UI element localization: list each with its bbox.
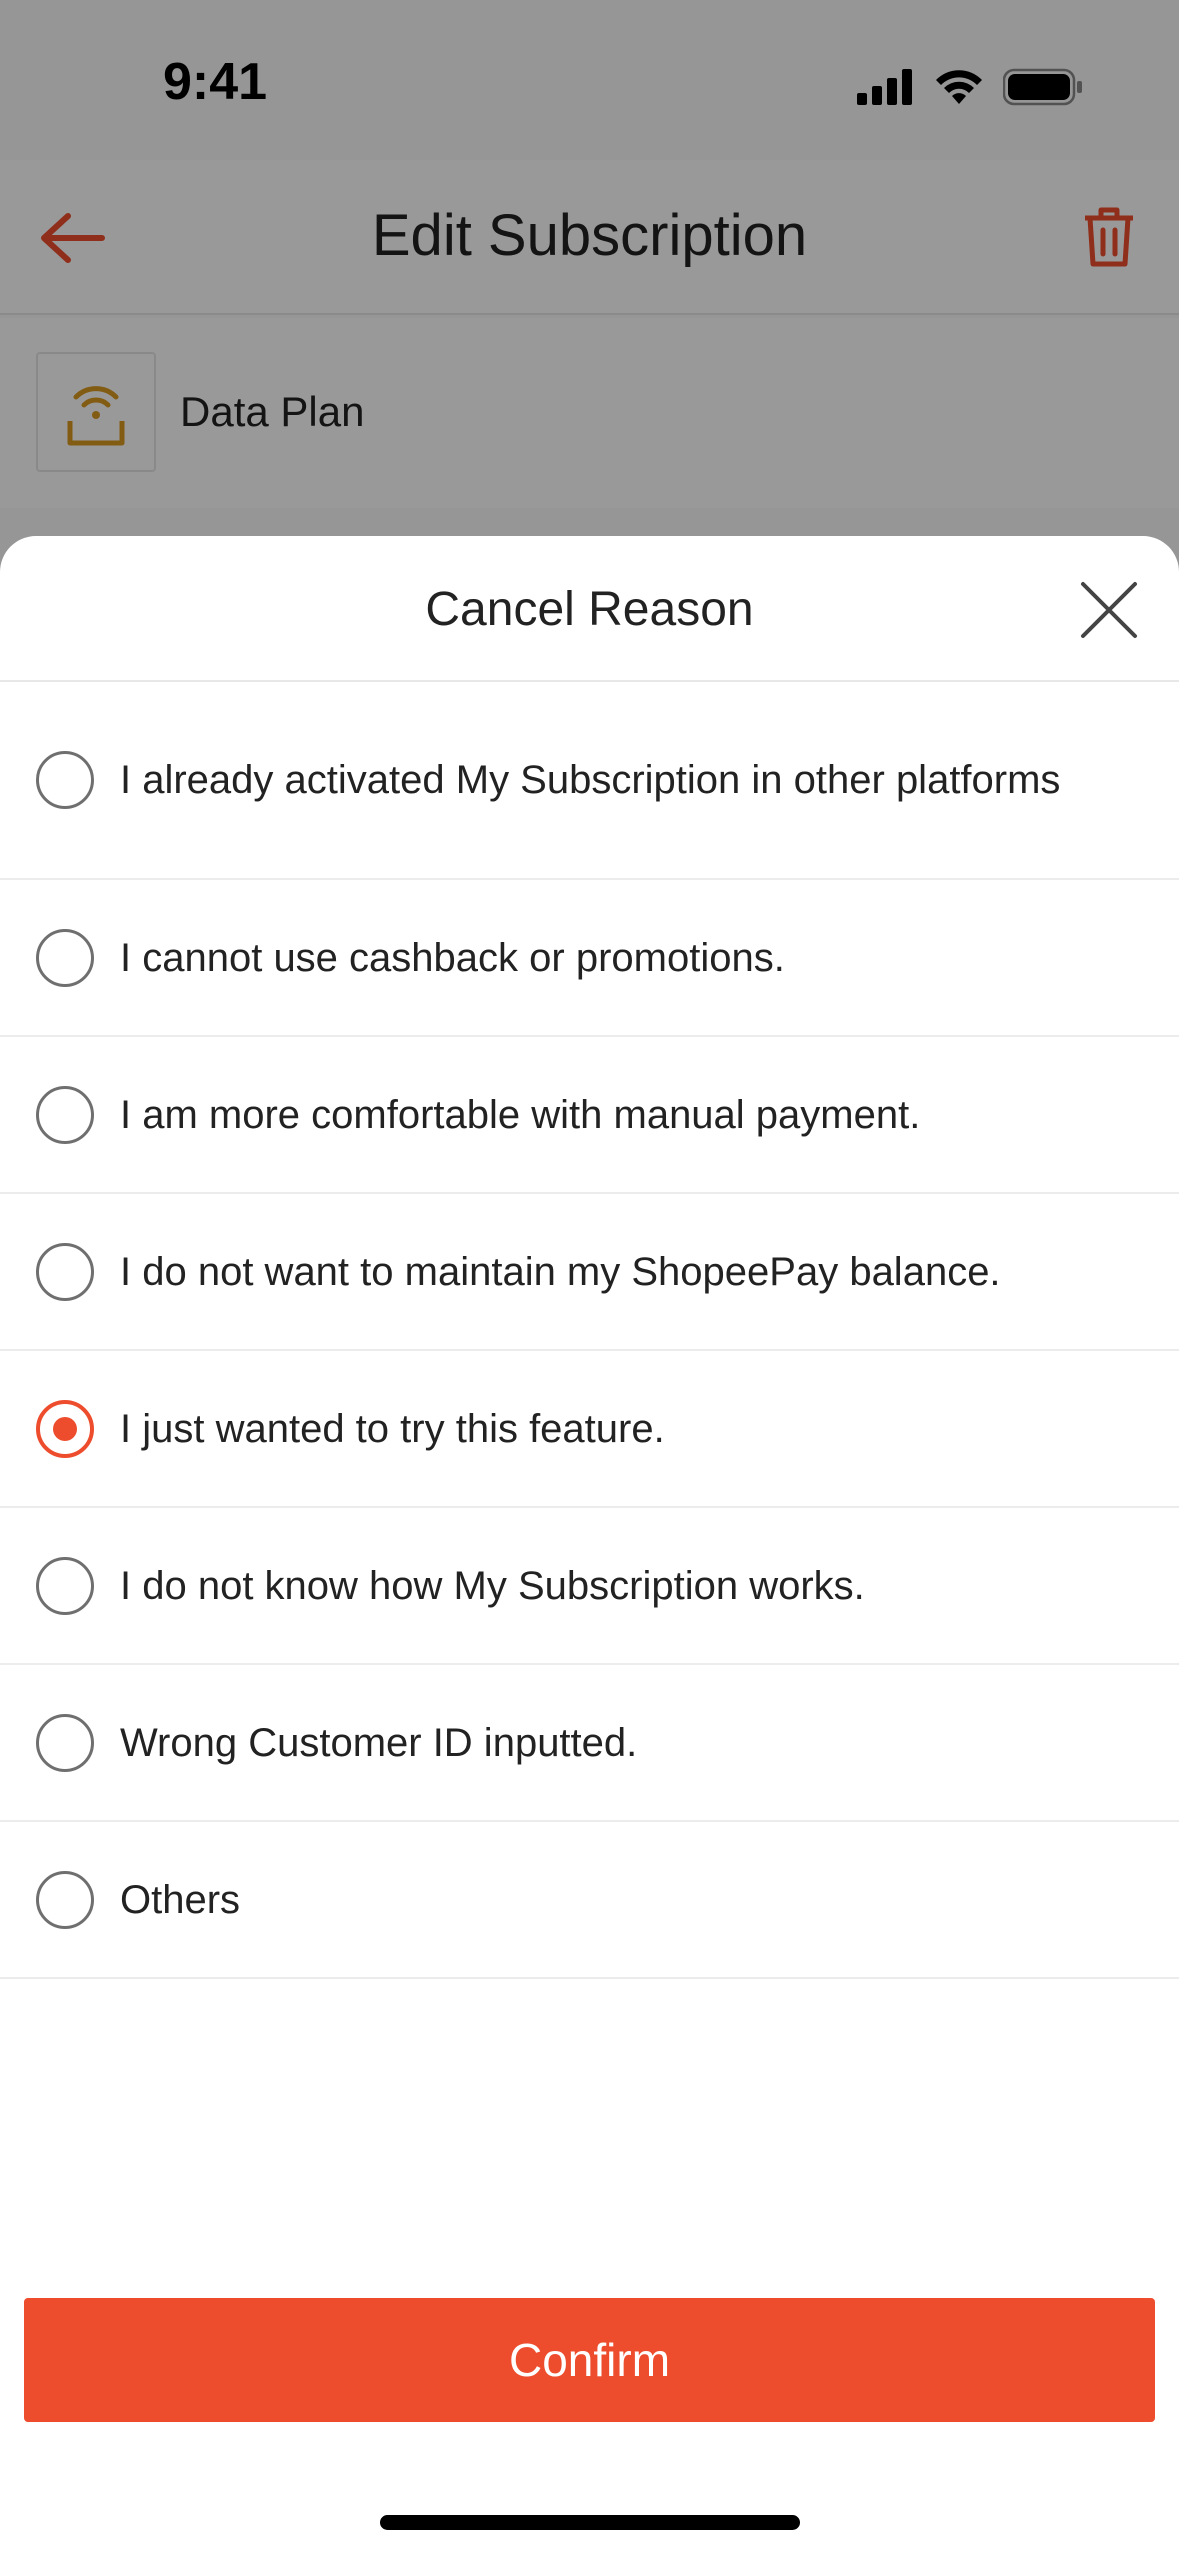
reason-option[interactable]: I do not want to maintain my ShopeePay b… <box>0 1194 1179 1351</box>
reason-option[interactable]: I already activated My Subscription in o… <box>0 682 1179 880</box>
reason-label: Wrong Customer ID inputted. <box>120 1720 638 1765</box>
sheet-title: Cancel Reason <box>425 583 754 636</box>
reason-list: I already activated My Subscription in o… <box>0 682 1179 1979</box>
sheet-header: Cancel Reason <box>0 536 1179 682</box>
radio-button[interactable] <box>36 1870 94 1929</box>
radio-button[interactable] <box>36 1242 94 1301</box>
reason-label: Others <box>120 1877 241 1922</box>
radio-button[interactable] <box>36 1556 94 1615</box>
radio-button-checked[interactable] <box>36 1399 94 1458</box>
reason-option[interactable]: I am more comfortable with manual paymen… <box>0 1037 1179 1194</box>
reason-option[interactable]: Wrong Customer ID inputted. <box>0 1665 1179 1822</box>
radio-button[interactable] <box>36 928 94 987</box>
reason-label: I already activated My Subscription in o… <box>120 758 1061 802</box>
reason-label: I am more comfortable with manual paymen… <box>120 1092 921 1137</box>
reason-label: I do not know how My Subscription works. <box>120 1563 865 1608</box>
reason-option[interactable]: Others <box>0 1822 1179 1979</box>
close-icon[interactable] <box>1079 580 1139 640</box>
radio-button[interactable] <box>36 1713 94 1772</box>
reason-option[interactable]: I cannot use cashback or promotions. <box>0 880 1179 1037</box>
reason-label: I do not want to maintain my ShopeePay b… <box>120 1249 1001 1294</box>
radio-button[interactable] <box>36 751 94 809</box>
radio-button[interactable] <box>36 1085 94 1144</box>
reason-label: I cannot use cashback or promotions. <box>120 935 785 980</box>
reason-label: I just wanted to try this feature. <box>120 1406 665 1451</box>
home-indicator <box>380 2515 800 2530</box>
reason-option-selected[interactable]: I just wanted to try this feature. <box>0 1351 1179 1508</box>
cancel-reason-sheet: Cancel Reason I already activated My Sub… <box>0 536 1179 2556</box>
reason-option[interactable]: I do not know how My Subscription works. <box>0 1508 1179 1665</box>
confirm-button[interactable]: Confirm <box>24 2298 1155 2422</box>
